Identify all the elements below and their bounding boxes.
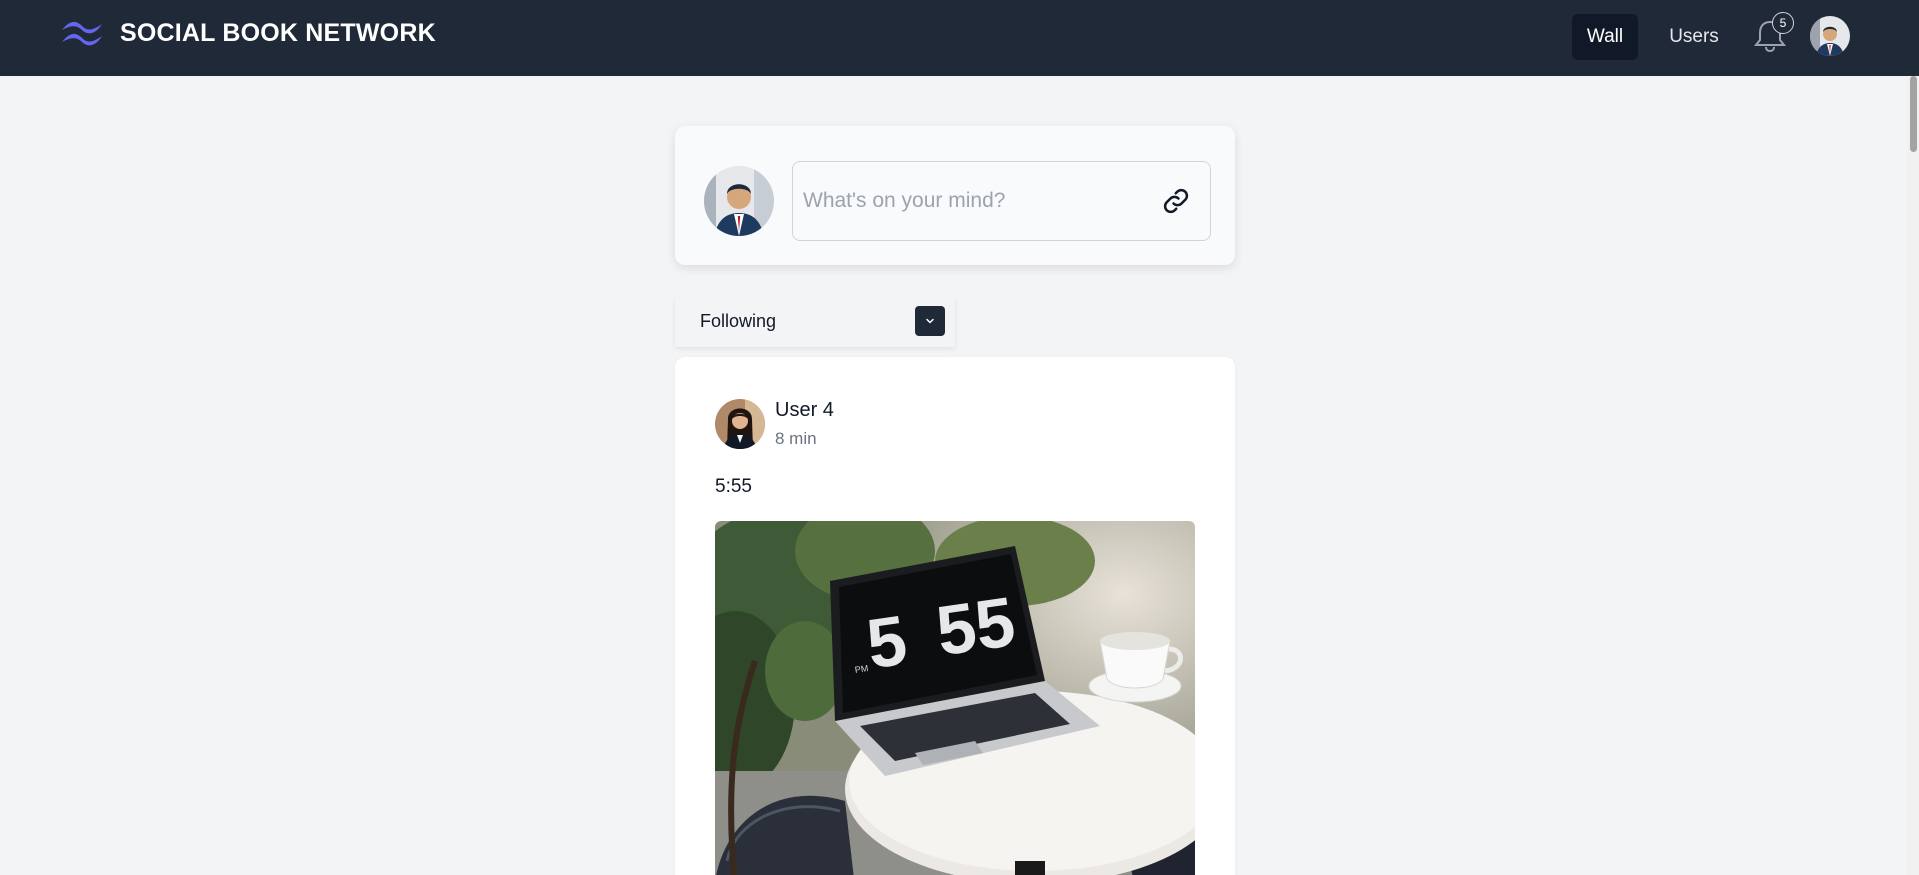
post-timestamp: 8 min xyxy=(775,429,817,448)
post-content: 5:55 xyxy=(715,476,752,497)
link-icon[interactable] xyxy=(1161,186,1191,216)
post-image[interactable]: 5 55 PM xyxy=(715,521,1195,875)
logo-icon xyxy=(62,21,102,46)
composer-avatar xyxy=(704,166,774,236)
post-card: User 4 8 min 5:55 5 55 PM xyxy=(675,357,1235,875)
nav-users-link[interactable]: Users xyxy=(1658,14,1730,60)
nav-wall-link[interactable]: Wall xyxy=(1572,14,1638,60)
post-input[interactable] xyxy=(792,161,1211,241)
post-composer xyxy=(675,126,1235,265)
top-navbar: SOCIAL BOOK NETWORK Wall Users 5 xyxy=(0,0,1919,76)
clock-period: PM xyxy=(854,663,869,675)
page-scrollbar-track[interactable] xyxy=(1907,76,1919,875)
user-avatar[interactable] xyxy=(1810,16,1850,56)
brand-name: SOCIAL BOOK NETWORK xyxy=(120,18,436,47)
chevron-down-icon xyxy=(926,318,934,324)
filter-toggle-button[interactable] xyxy=(915,306,945,336)
page-scrollbar-thumb[interactable] xyxy=(1910,76,1917,152)
post-author-avatar[interactable] xyxy=(715,399,765,449)
feed-filter-select[interactable]: Following xyxy=(675,297,955,347)
notification-badge: 5 xyxy=(1772,12,1794,34)
clock-minutes: 55 xyxy=(932,582,1020,670)
brand[interactable]: SOCIAL BOOK NETWORK xyxy=(60,18,436,48)
post-author-name[interactable]: User 4 xyxy=(775,399,834,422)
feed-filter-value: Following xyxy=(700,311,777,331)
